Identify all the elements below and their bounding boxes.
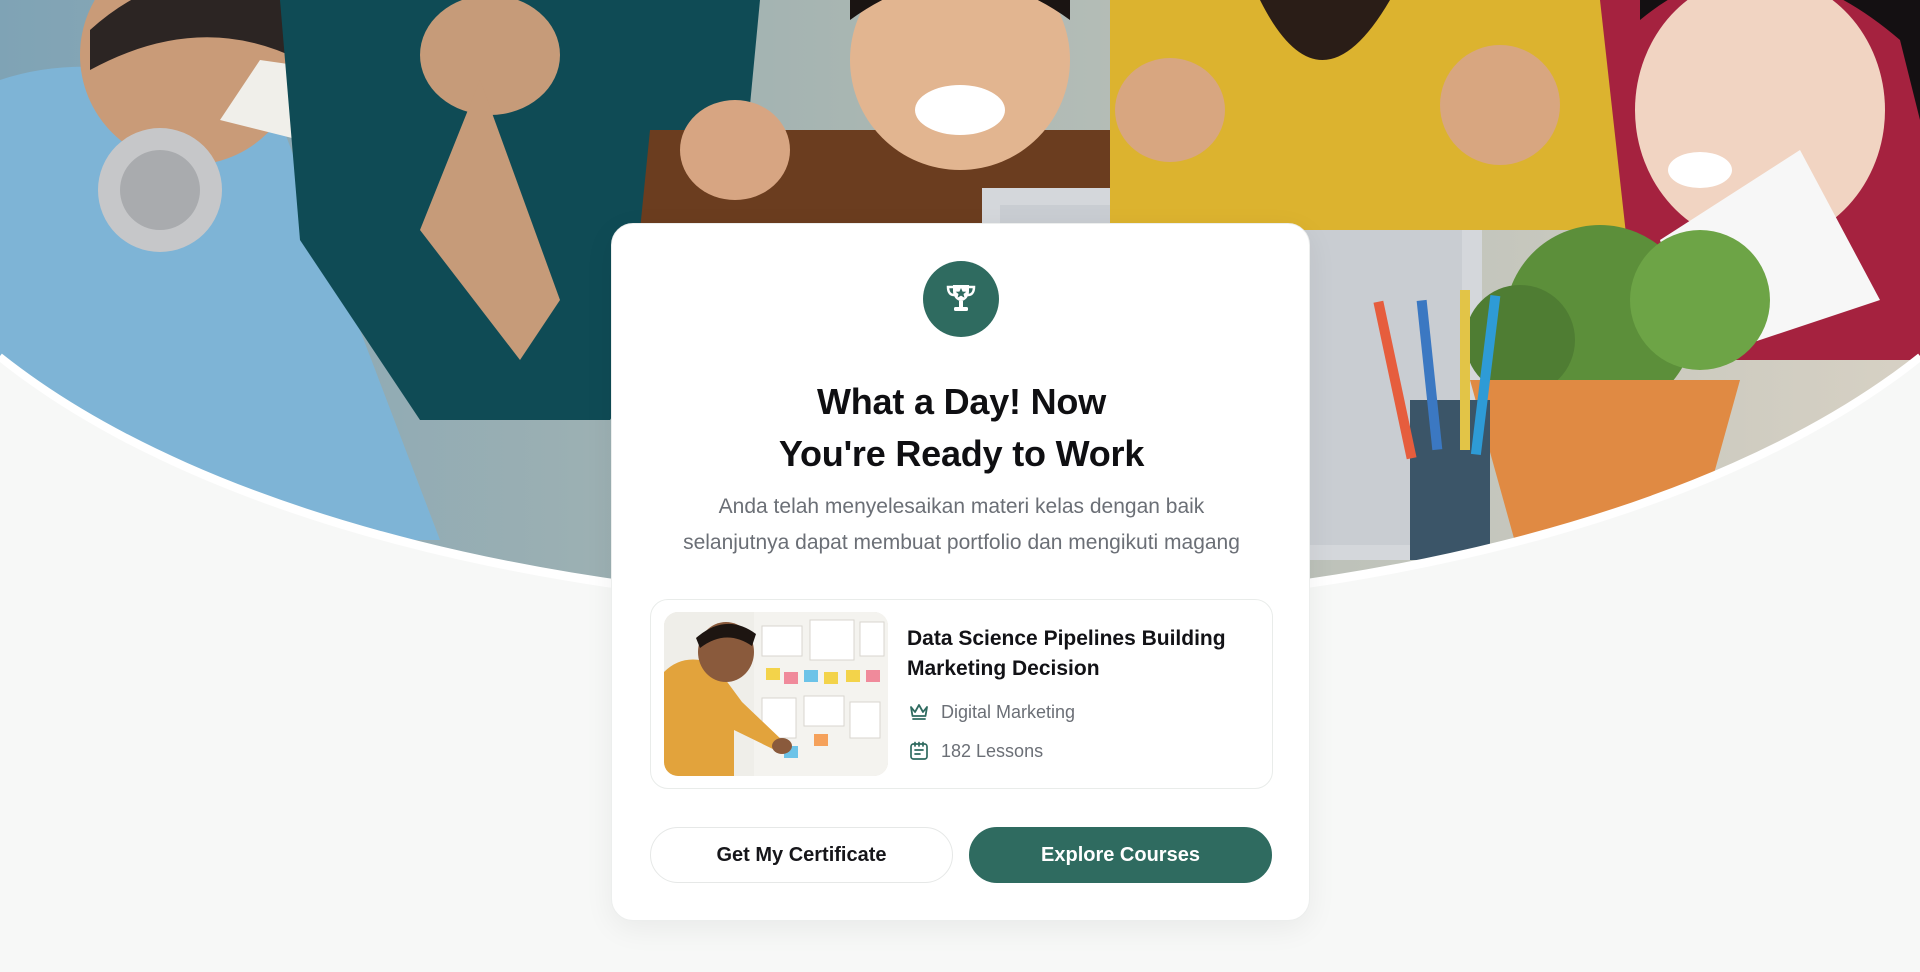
title-line-1: What a Day! Now	[816, 381, 1107, 422]
subtitle-line-2: selanjutnya dapat membuat portfolio dan …	[683, 531, 1240, 554]
course-thumbnail	[664, 612, 888, 776]
course-title-line-1: Data Science Pipelines Building	[907, 627, 1226, 650]
subtitle: Anda telah menyelesaikan materi kelas de…	[642, 489, 1281, 561]
trophy-badge	[923, 261, 999, 337]
explore-courses-button[interactable]: Explore Courses	[969, 827, 1272, 883]
course-category-label: Digital Marketing	[941, 701, 1076, 722]
course-title[interactable]: Data Science Pipelines Building Marketin…	[907, 624, 1257, 684]
course-title-line-2: Marketing Decision	[907, 657, 1100, 680]
get-certificate-button[interactable]: Get My Certificate	[650, 827, 953, 883]
course-card[interactable]: Data Science Pipelines Building Marketin…	[650, 599, 1273, 789]
completion-card: What a Day! Now You're Ready to Work And…	[611, 223, 1310, 921]
crown-icon	[907, 700, 931, 724]
notebook-icon	[907, 739, 931, 763]
completion-page: What a Day! Now You're Ready to Work And…	[0, 0, 1920, 972]
trophy-icon	[941, 277, 981, 322]
course-category: Digital Marketing	[907, 700, 1075, 724]
subtitle-line-1: Anda telah menyelesaikan materi kelas de…	[718, 495, 1205, 518]
course-lessons: 182 Lessons	[907, 739, 1043, 763]
title-line-2: You're Ready to Work	[778, 433, 1145, 474]
course-lessons-label: 182 Lessons	[941, 740, 1044, 761]
page-title: What a Day! Now You're Ready to Work	[612, 376, 1311, 480]
